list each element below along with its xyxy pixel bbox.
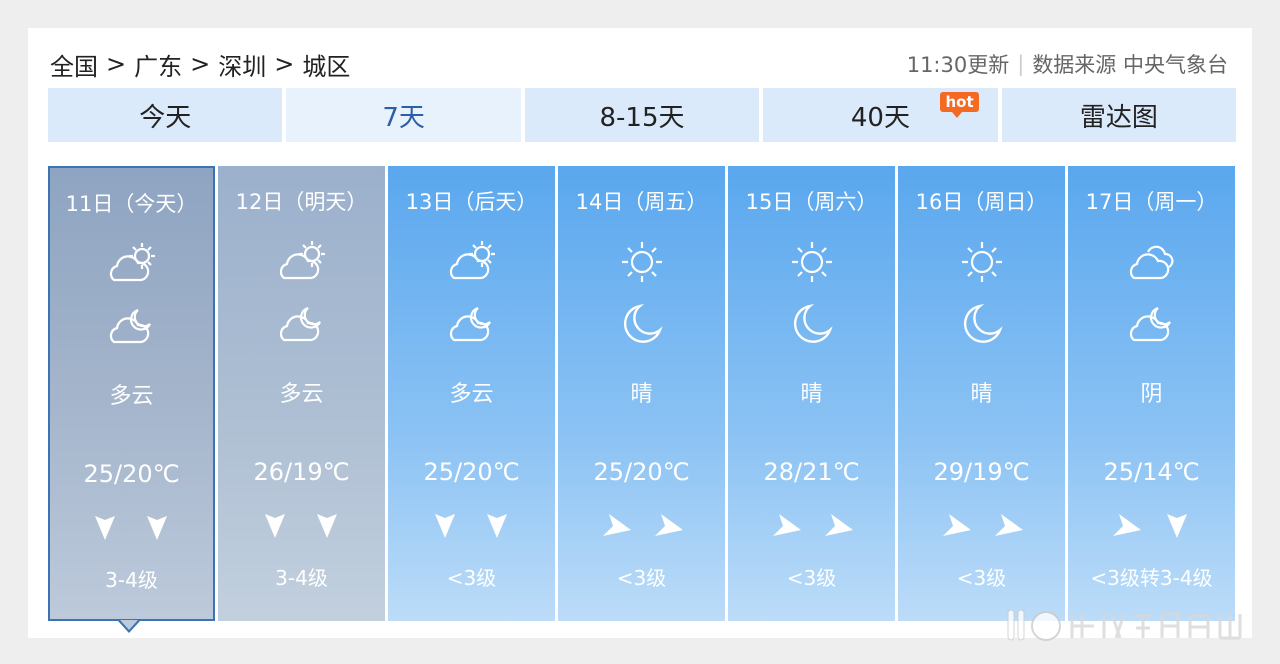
cloudy-sun-icon bbox=[218, 238, 385, 286]
day-forecast-card[interactable]: 14日（周五） 晴 25/20℃ <3级 bbox=[558, 166, 725, 621]
breadcrumb: 全国 > 广东 > 深圳 > 城区 bbox=[50, 47, 350, 82]
forecast-date: 12日（明天） bbox=[235, 190, 368, 214]
overcast-icon bbox=[1068, 238, 1235, 286]
weather-condition: 晴 bbox=[970, 382, 993, 407]
weather-condition: 晴 bbox=[630, 382, 653, 407]
sun-icon bbox=[558, 238, 725, 286]
update-time: 11:30更新 bbox=[906, 53, 1010, 77]
breadcrumb-district[interactable]: 城区 bbox=[302, 47, 350, 82]
wind-level: <3级 bbox=[786, 566, 837, 590]
day-forecast-card[interactable]: 15日（周六） 晴 28/21℃ <3级 bbox=[728, 166, 895, 621]
cloudy-moon-icon bbox=[388, 300, 555, 348]
wind-right-icon bbox=[823, 510, 853, 540]
wind-directions bbox=[898, 510, 1065, 540]
wind-level: 3-4级 bbox=[275, 566, 328, 590]
tab-today[interactable]: 今天 bbox=[48, 88, 283, 142]
cloudy-moon-icon bbox=[218, 300, 385, 348]
wind-level: <3级 bbox=[956, 566, 1007, 590]
wind-directions bbox=[388, 510, 555, 540]
tab-40-days[interactable]: 40天 hot bbox=[763, 88, 998, 142]
temperature-range: 28/21℃ bbox=[763, 458, 860, 486]
breadcrumb-separator: > bbox=[190, 50, 211, 78]
wind-right-icon bbox=[771, 510, 801, 540]
tab-label: 雷达图 bbox=[1079, 102, 1158, 133]
breadcrumb-separator: > bbox=[274, 50, 295, 78]
temperature-range: 25/20℃ bbox=[83, 460, 180, 488]
tab-label: 8-15天 bbox=[599, 102, 685, 133]
weather-card: 全国 > 广东 > 深圳 > 城区 11:30更新 | 数据来源 中央气象台 今… bbox=[28, 28, 1252, 638]
hot-badge: hot bbox=[940, 92, 979, 118]
forecast-tabs: 今天 7天 8-15天 40天 hot 雷达图 bbox=[48, 88, 1237, 142]
tab-radar[interactable]: 雷达图 bbox=[1001, 88, 1237, 142]
wind-level: 3-4级 bbox=[105, 568, 158, 592]
wind-directions bbox=[1068, 510, 1235, 540]
moon-icon bbox=[728, 300, 895, 348]
forecast-date: 17日（周一） bbox=[1085, 190, 1218, 214]
wind-down-icon bbox=[483, 510, 513, 540]
wind-down-icon bbox=[143, 512, 173, 542]
cloudy-moon-icon bbox=[50, 302, 213, 350]
sun-icon bbox=[898, 238, 1065, 286]
wind-level: <3级 bbox=[616, 566, 667, 590]
wind-right-icon bbox=[1111, 510, 1141, 540]
update-info: 11:30更新 | 数据来源 中央气象台 bbox=[907, 48, 1228, 80]
wind-down-icon bbox=[91, 512, 121, 542]
forecast-date: 15日（周六） bbox=[745, 190, 878, 214]
forecast-date: 11日（今天） bbox=[65, 192, 198, 216]
cloudy-sun-icon bbox=[50, 240, 213, 288]
tab-7-days[interactable]: 7天 bbox=[286, 88, 521, 142]
weather-condition: 阴 bbox=[1140, 382, 1163, 407]
forecast-date: 16日（周日） bbox=[915, 190, 1048, 214]
wind-level: <3级转3-4级 bbox=[1090, 566, 1213, 590]
wind-directions bbox=[50, 512, 213, 542]
watermark bbox=[1007, 609, 1242, 641]
day-forecast-card[interactable]: 16日（周日） 晴 29/19℃ <3级 bbox=[898, 166, 1065, 621]
moon-icon bbox=[558, 300, 725, 348]
wind-down-icon bbox=[313, 510, 343, 540]
breadcrumb-separator: > bbox=[106, 50, 127, 78]
cloudy-sun-icon bbox=[388, 238, 555, 286]
meta-divider: | bbox=[1017, 52, 1025, 76]
temperature-range: 25/20℃ bbox=[423, 458, 520, 486]
data-source: 数据来源 中央气象台 bbox=[1032, 53, 1228, 77]
wind-down-icon bbox=[261, 510, 291, 540]
daily-forecast-list: 11日（今天） 多云 25/20℃ 3-4级 12日（明天） 多云 26/19℃ 3-4级… bbox=[48, 166, 1235, 633]
wind-down-icon bbox=[1163, 510, 1193, 540]
moon-icon bbox=[898, 300, 1065, 348]
wind-right-icon bbox=[941, 510, 971, 540]
forecast-date: 13日（后天） bbox=[405, 190, 538, 214]
temperature-range: 29/19℃ bbox=[933, 458, 1030, 486]
tab-label: 40天 bbox=[850, 102, 910, 133]
temperature-range: 25/20℃ bbox=[593, 458, 690, 486]
wind-down-icon bbox=[431, 510, 461, 540]
wind-right-icon bbox=[993, 510, 1023, 540]
wind-directions bbox=[558, 510, 725, 540]
weather-condition: 多云 bbox=[279, 382, 324, 407]
day-forecast-card[interactable]: 11日（今天） 多云 25/20℃ 3-4级 bbox=[48, 166, 215, 633]
wind-right-icon bbox=[601, 510, 631, 540]
day-forecast-card[interactable]: 12日（明天） 多云 26/19℃ 3-4级 bbox=[218, 166, 385, 621]
tab-label: 今天 bbox=[139, 102, 192, 133]
temperature-range: 26/19℃ bbox=[253, 458, 350, 486]
breadcrumb-province[interactable]: 广东 bbox=[134, 47, 182, 82]
weather-condition: 多云 bbox=[109, 384, 154, 409]
temperature-range: 25/14℃ bbox=[1103, 458, 1200, 486]
breadcrumb-country[interactable]: 全国 bbox=[50, 47, 98, 82]
wind-directions bbox=[728, 510, 895, 540]
sun-icon bbox=[728, 238, 895, 286]
breadcrumb-city[interactable]: 深圳 bbox=[218, 47, 266, 82]
weather-condition: 晴 bbox=[800, 382, 823, 407]
forecast-date: 14日（周五） bbox=[575, 190, 708, 214]
cloudy-moon-icon bbox=[1068, 300, 1235, 348]
wind-right-icon bbox=[653, 510, 683, 540]
day-forecast-card[interactable]: 13日（后天） 多云 25/20℃ <3级 bbox=[388, 166, 555, 621]
day-forecast-card[interactable]: 17日（周一） 阴 25/14℃ <3级转3-4级 bbox=[1068, 166, 1235, 621]
wind-directions bbox=[218, 510, 385, 540]
tab-label: 7天 bbox=[382, 102, 425, 133]
tab-8-15-days[interactable]: 8-15天 bbox=[524, 88, 760, 142]
weather-condition: 多云 bbox=[449, 382, 494, 407]
wind-level: <3级 bbox=[446, 566, 497, 590]
